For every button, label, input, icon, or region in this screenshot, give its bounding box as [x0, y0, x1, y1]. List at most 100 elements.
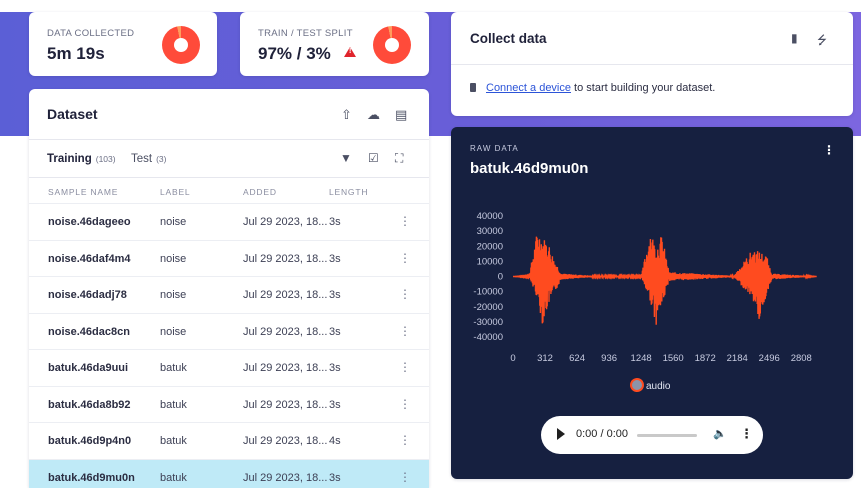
- expand-icon[interactable]: ⛶: [395, 151, 403, 166]
- collected-pie-icon: [162, 26, 200, 64]
- play-icon[interactable]: [557, 428, 565, 440]
- volume-icon[interactable]: 🔈: [713, 427, 727, 440]
- table-row[interactable]: batuk.46da8b92 batuk Jul 29 2023, 18... 3s ⋮: [29, 385, 429, 422]
- collect-data-title: Collect data: [470, 31, 547, 46]
- connect-device-link[interactable]: Connect a device: [486, 82, 571, 94]
- x-tick-label: 2496: [759, 353, 780, 364]
- dataset-title: Dataset: [47, 106, 98, 122]
- document-icon[interactable]: ▤: [395, 107, 407, 123]
- data-collected-value: 5m 19s: [47, 44, 105, 63]
- audio-player[interactable]: 0:00 / 0:00 🔈 ⋮: [541, 416, 763, 454]
- y-tick-label: -10000: [473, 287, 503, 298]
- player-menu-icon[interactable]: ⋮: [740, 426, 753, 442]
- split-pie-icon: [373, 26, 411, 64]
- y-tick-label: 10000: [477, 256, 503, 267]
- audio-series-line: [513, 236, 817, 325]
- device-icon[interactable]: ▮: [791, 31, 798, 45]
- y-tick-label: 30000: [477, 226, 503, 237]
- sample-added: Jul 29 2023, 18...: [243, 252, 328, 265]
- tab-training[interactable]: Training (103): [47, 153, 116, 165]
- legend-marker-audio: [630, 378, 644, 392]
- sample-name: batuk.46d9p4n0: [48, 435, 132, 447]
- column-header-added[interactable]: ADDED: [243, 187, 277, 197]
- divider: [29, 139, 429, 140]
- sample-label: batuk: [160, 362, 187, 374]
- chip-icon: [470, 83, 476, 92]
- sample-name: noise.46daf4m4: [48, 252, 131, 265]
- sample-name: noise.46dadj78: [48, 289, 127, 301]
- collect-data-panel: Collect data ▮ ⭍ Connect a device to sta…: [451, 12, 853, 116]
- tab-test[interactable]: Test (3): [131, 153, 166, 165]
- y-tick-label: -40000: [473, 332, 503, 343]
- table-row[interactable]: batuk.46d9mu0n batuk Jul 29 2023, 18... 3s ⋮: [29, 458, 429, 488]
- table-row[interactable]: noise.46dageeo noise Jul 29 2023, 18... 3s ⋮: [29, 203, 429, 239]
- x-tick-label: 2808: [791, 353, 812, 364]
- sample-length: 3s: [329, 252, 341, 265]
- train-test-split-card: TRAIN / TEST SPLIT 97% / 3% !: [240, 12, 429, 76]
- upload-icon[interactable]: ⇧: [341, 107, 352, 123]
- player-time: 0:00 / 0:00: [576, 428, 628, 440]
- sample-label: noise: [160, 289, 187, 301]
- row-menu-icon[interactable]: ⋮: [399, 470, 411, 484]
- table-row[interactable]: noise.46dac8cn noise Jul 29 2023, 18... 3s ⋮: [29, 312, 429, 349]
- sample-length: 3s: [329, 216, 341, 228]
- sample-length: 3s: [329, 398, 341, 411]
- data-collected-card: DATA COLLECTED 5m 19s: [29, 12, 217, 76]
- y-tick-label: -30000: [473, 317, 503, 328]
- x-tick-label: 1560: [663, 353, 684, 364]
- x-tick-label: 624: [569, 353, 585, 364]
- row-menu-icon[interactable]: ⋮: [399, 397, 411, 411]
- row-menu-icon[interactable]: ⋮: [399, 433, 411, 447]
- sample-added: Jul 29 2023, 18...: [243, 398, 328, 411]
- x-tick-label: 2184: [727, 353, 748, 364]
- sample-name: batuk.46da9uui: [48, 362, 129, 374]
- y-tick-label: 40000: [477, 211, 503, 222]
- sample-added: Jul 29 2023, 18...: [243, 471, 328, 484]
- table-row[interactable]: batuk.46d9p4n0 batuk Jul 29 2023, 18... 4s ⋮: [29, 422, 429, 458]
- row-menu-icon[interactable]: ⋮: [399, 360, 411, 374]
- row-menu-icon[interactable]: ⋮: [399, 287, 411, 301]
- connect-device-message: Connect a device to start building your …: [470, 82, 715, 94]
- y-tick-label: 20000: [477, 241, 503, 252]
- sample-added: Jul 29 2023, 18...: [243, 289, 328, 301]
- select-icon[interactable]: ☑: [368, 151, 379, 165]
- row-menu-icon[interactable]: ⋮: [399, 214, 411, 228]
- usb-icon[interactable]: ⭍: [817, 31, 827, 52]
- sample-length: 3s: [329, 289, 341, 301]
- sample-added: Jul 29 2023, 18...: [243, 362, 328, 374]
- sample-length: 3s: [329, 325, 341, 338]
- table-row[interactable]: noise.46daf4m4 noise Jul 29 2023, 18... 3s ⋮: [29, 239, 429, 276]
- raw-data-chart: 40000 30000 20000 10000 0 -10000 -20000 -30000 -…: [473, 211, 817, 392]
- sample-name: batuk.46da8b92: [48, 398, 131, 411]
- divider: [451, 64, 853, 65]
- x-tick-label: 312: [537, 353, 553, 364]
- sample-length: 3s: [329, 471, 341, 484]
- row-menu-icon[interactable]: ⋮: [399, 251, 411, 265]
- legend-label-audio: audio: [646, 381, 671, 392]
- column-header-length[interactable]: LENGTH: [329, 187, 368, 197]
- sample-label: noise: [160, 325, 187, 338]
- seek-slider[interactable]: [637, 434, 697, 437]
- column-header-label[interactable]: LABEL: [160, 187, 190, 197]
- sample-label: batuk: [160, 471, 187, 484]
- cloud-icon[interactable]: ☁: [367, 107, 380, 123]
- sample-added: Jul 29 2023, 18...: [243, 435, 328, 447]
- split-value: 97% / 3%: [258, 44, 331, 63]
- column-header-sample-name[interactable]: SAMPLE NAME: [48, 187, 118, 197]
- warning-icon[interactable]: !: [344, 47, 356, 57]
- table-row[interactable]: noise.46dadj78 noise Jul 29 2023, 18... 3s ⋮: [29, 276, 429, 312]
- divider: [29, 177, 429, 178]
- x-tick-label: 936: [601, 353, 617, 364]
- x-tick-label: 0: [510, 353, 515, 364]
- x-tick-label: 1248: [631, 353, 652, 364]
- row-menu-icon[interactable]: ⋮: [399, 324, 411, 338]
- sample-length: 4s: [329, 435, 341, 447]
- sample-label: noise: [160, 216, 187, 228]
- sample-label: batuk: [160, 435, 187, 447]
- x-tick-label: 1872: [695, 353, 716, 364]
- sample-name: batuk.46d9mu0n: [48, 471, 135, 484]
- sample-length: 3s: [329, 362, 341, 374]
- data-collected-label: DATA COLLECTED: [47, 28, 135, 39]
- table-row[interactable]: batuk.46da9uui batuk Jul 29 2023, 18... 3s ⋮: [29, 349, 429, 385]
- filter-icon[interactable]: ▼: [340, 151, 352, 165]
